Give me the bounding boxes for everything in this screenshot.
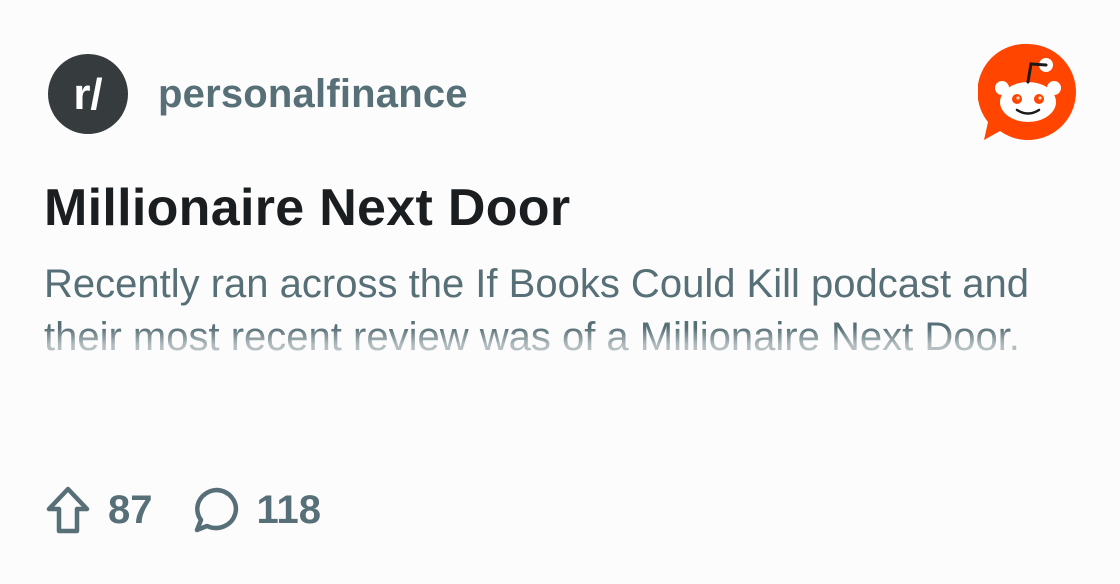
comment-stat[interactable]: 118 (193, 484, 322, 536)
upvote-stat[interactable]: 87 (44, 484, 153, 536)
post-header: r/ personalfinance (48, 54, 468, 134)
upvote-arrow-icon[interactable] (44, 484, 92, 536)
svg-text:r/: r/ (73, 70, 102, 119)
post-body: Recently ran across the If Books Could K… (44, 262, 1029, 359)
post-stats: 87 118 (44, 484, 321, 536)
subreddit-name[interactable]: personalfinance (158, 72, 468, 117)
comment-bubble-icon[interactable] (193, 484, 241, 536)
comment-count: 118 (256, 487, 322, 532)
r-slash-icon: r/ (73, 70, 102, 119)
reddit-snoo-icon (977, 43, 1076, 140)
upvote-count: 87 (108, 487, 153, 532)
reddit-logo (977, 42, 1078, 142)
subreddit-avatar[interactable]: r/ (48, 54, 128, 134)
post-title[interactable]: Millionaire Next Door (44, 178, 570, 238)
post-preview-card[interactable]: r/ personalfinance Millionaire Next Door… (0, 0, 1120, 584)
